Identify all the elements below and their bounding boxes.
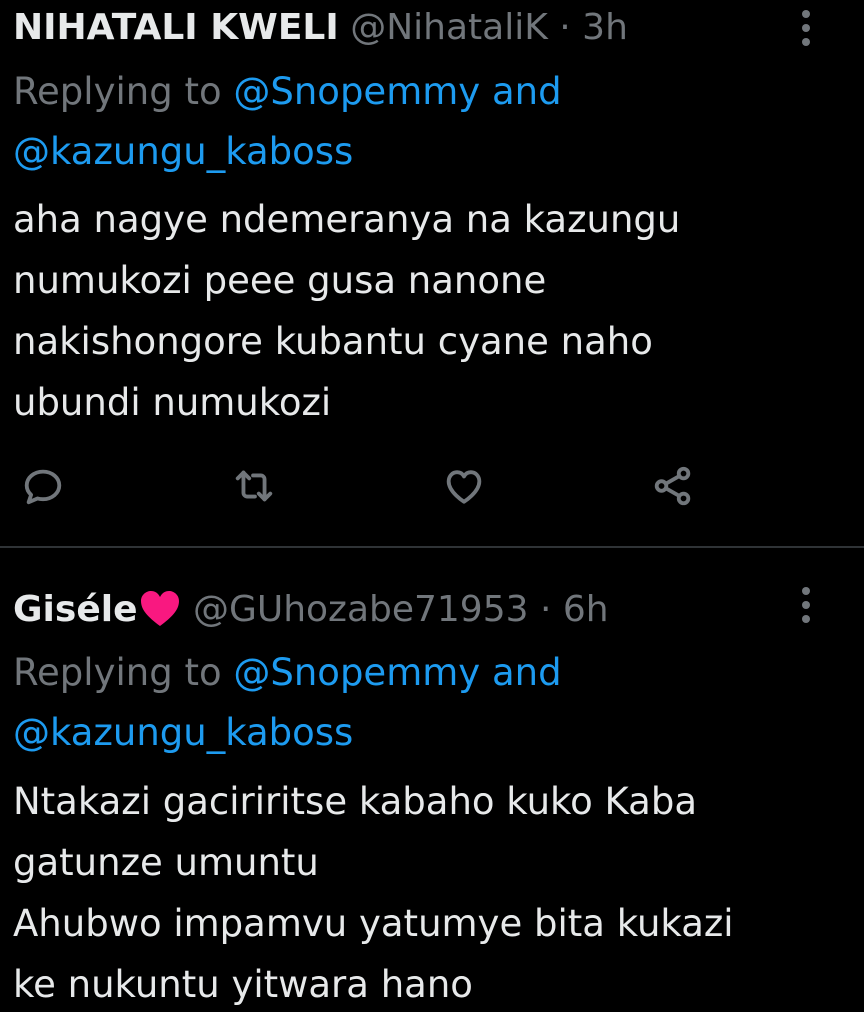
tweet-header: NIHATALI KWELI @NihataliK · 3h [13, 6, 628, 50]
replying-to: Replying to @Snopemmy and @kazungu_kabos… [13, 643, 853, 763]
retweet-icon[interactable] [224, 456, 284, 516]
share-icon[interactable] [643, 456, 703, 516]
mention-link[interactable]: @kazungu_kaboss [13, 130, 353, 173]
replying-to: Replying to @Snopemmy and @kazungu_kabos… [13, 62, 853, 182]
mention-link[interactable]: @kazungu_kaboss [13, 711, 353, 754]
heart-emoji-icon [138, 587, 182, 631]
tweet-actions [0, 456, 864, 516]
mention-link[interactable]: @Snopemmy [233, 70, 480, 113]
replying-and[interactable]: and [492, 70, 562, 113]
display-name[interactable]: Giséle [13, 589, 138, 630]
tweet[interactable]: Giséle @GUhozabe71953 · 6h Replying to @… [0, 548, 864, 1012]
more-options-icon[interactable] [794, 6, 818, 50]
replying-and[interactable]: and [492, 651, 562, 694]
mention-link[interactable]: @Snopemmy [233, 651, 480, 694]
separator: · [539, 589, 552, 630]
replying-label: Replying to [13, 651, 222, 694]
tweet-text: Ntakazi gaciriritse kabaho kuko Kaba gat… [13, 780, 734, 1006]
timestamp[interactable]: 3h [582, 7, 628, 48]
replying-label: Replying to [13, 70, 222, 113]
handle[interactable]: @GUhozabe71953 [193, 589, 529, 630]
reply-icon[interactable] [13, 456, 73, 516]
display-name[interactable]: NIHATALI KWELI [13, 7, 339, 48]
tweet[interactable]: NIHATALI KWELI @NihataliK · 3h Replying … [0, 0, 864, 546]
tweet-text: aha nagye ndemeranya na kazungu numukozi… [13, 198, 681, 424]
handle[interactable]: @NihataliK [350, 7, 548, 48]
like-icon[interactable] [434, 456, 494, 516]
timestamp[interactable]: 6h [563, 589, 609, 630]
more-options-icon[interactable] [794, 583, 818, 627]
tweet-header: Giséle @GUhozabe71953 · 6h [13, 587, 609, 632]
separator: · [559, 7, 571, 48]
